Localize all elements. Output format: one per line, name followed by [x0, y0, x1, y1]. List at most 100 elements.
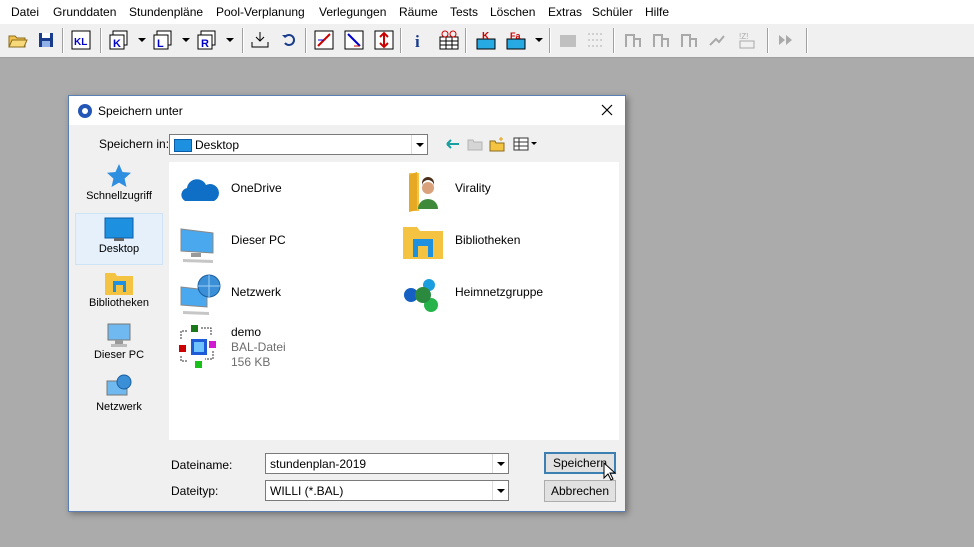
file-name: Virality	[455, 181, 491, 195]
close-icon[interactable]	[599, 102, 615, 118]
open-folder-icon[interactable]	[7, 29, 29, 51]
place-label: Schnellzugriff	[86, 190, 152, 202]
file-name: Heimnetzgruppe	[455, 285, 544, 299]
save-as-dialog: Speichern unter Speichern in: Desktop Sc…	[68, 95, 626, 512]
place-schnellzugriff[interactable]: Schnellzugriff	[75, 162, 163, 210]
filetype-value: WILLI (*.BAL)	[270, 484, 344, 498]
disabled-tool-6-icon	[706, 29, 728, 51]
libraries-folder-icon	[105, 273, 133, 295]
filetype-label: Dateityp:	[171, 484, 219, 498]
toolbar: KL K L R i K Fa !Z!	[0, 23, 974, 58]
place-desktop[interactable]: Desktop	[75, 213, 163, 265]
desktop-small-icon	[174, 139, 192, 152]
place-netzwerk[interactable]: Netzwerk	[75, 373, 163, 421]
file-name: Netzwerk	[231, 285, 282, 299]
menu-verlegungen[interactable]: Verlegungen	[319, 5, 386, 19]
back-arrow-icon[interactable]	[445, 136, 461, 152]
place-bibliotheken[interactable]: Bibliotheken	[75, 269, 163, 317]
grid-red-icon[interactable]	[313, 29, 335, 51]
save-in-combo[interactable]: Desktop	[169, 134, 428, 155]
star-icon	[107, 164, 131, 187]
place-label: Dieser PC	[93, 349, 145, 361]
k-window-icon[interactable]: K	[108, 29, 130, 51]
network-icon	[180, 274, 221, 315]
svg-text:K: K	[482, 31, 490, 42]
info-icon[interactable]: i	[408, 29, 430, 51]
up-folder-icon[interactable]	[467, 136, 483, 152]
grid-blue-icon[interactable]	[343, 29, 365, 51]
network-icon	[106, 374, 132, 396]
app-icon	[77, 103, 93, 119]
filename-field[interactable]: stundenplan-2019	[265, 453, 509, 474]
filetype-select[interactable]: WILLI (*.BAL)	[265, 480, 509, 501]
menu-extras[interactable]: Extras	[548, 5, 582, 19]
place-label: Netzwerk	[96, 401, 142, 413]
menu-grunddaten[interactable]: Grunddaten	[53, 5, 116, 19]
cancel-button[interactable]: Abbrechen	[544, 480, 616, 502]
file-name: Dieser PC	[231, 233, 286, 247]
list-item-onedrive[interactable]: OneDrive	[173, 167, 393, 215]
file-name: demo	[231, 325, 262, 339]
svg-text:i: i	[415, 32, 420, 51]
import-icon[interactable]	[249, 29, 271, 51]
swap-icon[interactable]	[373, 29, 395, 51]
place-dieser-pc[interactable]: Dieser PC	[75, 321, 163, 369]
filename-value: stundenplan-2019	[270, 457, 367, 471]
list-item-bibliotheken[interactable]: Bibliotheken	[397, 219, 617, 267]
filename-label: Dateiname:	[171, 458, 233, 472]
onedrive-icon	[181, 179, 219, 201]
libraries-icon	[403, 227, 443, 259]
fa-tray-icon[interactable]: Fa	[505, 29, 527, 51]
place-label: Desktop	[98, 243, 140, 255]
menu-stundenplaene[interactable]: Stundenpläne	[129, 5, 203, 19]
chevron-down-icon[interactable]	[492, 481, 508, 500]
svg-text:R: R	[201, 38, 209, 50]
list-item-netzwerk[interactable]: Netzwerk	[173, 271, 393, 319]
menu-bar: Datei Grunddaten Stundenpläne Pool-Verpl…	[0, 0, 974, 23]
menu-loeschen[interactable]: Löschen	[490, 5, 535, 19]
l-window-icon[interactable]: L	[152, 29, 174, 51]
disabled-tool-5-icon	[678, 29, 700, 51]
menu-tests[interactable]: Tests	[450, 5, 478, 19]
menu-pool-verplanung[interactable]: Pool-Verplanung	[216, 5, 305, 19]
places-bar: Schnellzugriff Desktop Bibliotheken Dies…	[75, 162, 163, 442]
new-folder-icon[interactable]	[489, 136, 505, 152]
svg-text:KL: KL	[74, 37, 87, 48]
svg-text:Fa: Fa	[510, 31, 521, 41]
list-item-heimnetzgruppe[interactable]: Heimnetzgruppe	[397, 271, 617, 319]
disabled-tool-7-icon: !Z!	[736, 29, 758, 51]
list-item-virality[interactable]: Virality	[397, 167, 617, 215]
bal-file-icon	[179, 325, 216, 368]
chevron-down-icon[interactable]	[492, 454, 508, 473]
undo-icon[interactable]	[278, 29, 300, 51]
kl-icon[interactable]: KL	[70, 29, 92, 51]
file-name: Bibliotheken	[455, 233, 521, 247]
list-item-dieser-pc[interactable]: Dieser PC	[173, 219, 393, 267]
menu-schueler[interactable]: Schüler	[592, 5, 633, 19]
r-window-icon[interactable]: R	[196, 29, 218, 51]
list-item-demo[interactable]: demo BAL-Datei 156 KB	[173, 323, 393, 375]
menu-raeume[interactable]: Räume	[399, 5, 438, 19]
svg-text:!Z!: !Z!	[739, 32, 748, 41]
mouse-cursor-icon	[603, 462, 617, 481]
file-name: OneDrive	[231, 181, 282, 195]
file-type: BAL-Datei	[231, 340, 286, 354]
computer-icon	[107, 323, 131, 347]
save-in-label: Speichern in:	[99, 137, 170, 151]
file-list: OneDrive Virality Dieser PC Bibliotheken…	[169, 162, 619, 440]
disabled-fast-forward-icon	[776, 29, 798, 51]
place-label: Bibliotheken	[89, 297, 149, 309]
desktop-icon	[104, 217, 134, 241]
save-disk-icon[interactable]	[35, 29, 57, 51]
homegroup-icon	[404, 279, 438, 312]
view-menu-icon[interactable]	[513, 136, 539, 152]
file-size: 156 KB	[231, 355, 271, 369]
k-tray-icon[interactable]: K	[475, 29, 497, 51]
table-glasses-icon[interactable]	[438, 29, 460, 51]
dialog-titlebar: Speichern unter	[69, 96, 625, 125]
menu-datei[interactable]: Datei	[11, 5, 39, 19]
chevron-down-icon[interactable]	[411, 135, 427, 154]
user-folder-icon	[409, 172, 438, 212]
menu-hilfe[interactable]: Hilfe	[645, 5, 669, 19]
disabled-tool-3-icon	[622, 29, 644, 51]
